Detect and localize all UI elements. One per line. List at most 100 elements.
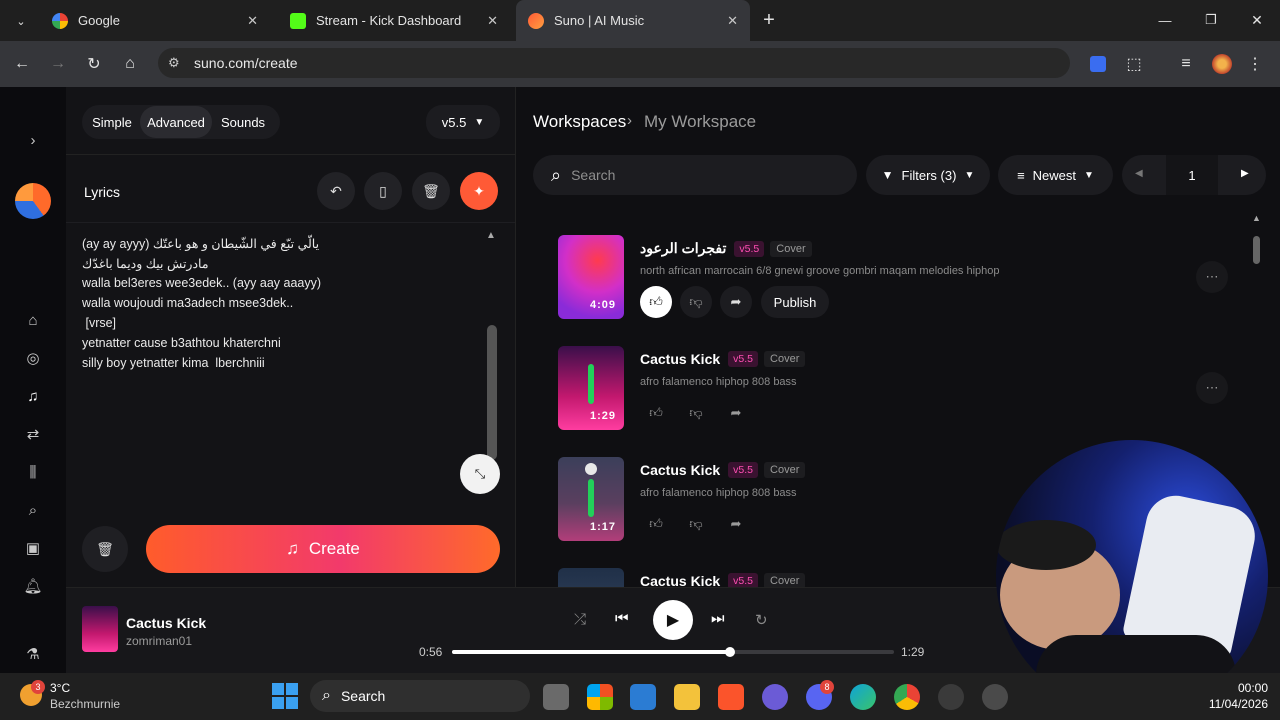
model-version-select[interactable]: v5.5 ▼ — [426, 105, 500, 139]
now-playing-title[interactable]: Cactus Kick — [126, 615, 206, 631]
now-playing-cover[interactable] — [82, 606, 118, 652]
weather-location[interactable]: Bezchmurnie — [50, 697, 120, 711]
user-avatar[interactable] — [15, 183, 51, 219]
song-cover-image[interactable]: 1:17 — [558, 457, 624, 541]
store-icon[interactable] — [630, 684, 656, 710]
page-number[interactable]: 1 — [1166, 155, 1218, 195]
forward-icon[interactable]: → — [43, 49, 73, 79]
song-cover-image[interactable]: 1:29 — [558, 346, 624, 430]
mode-simple[interactable]: Simple — [84, 106, 140, 138]
song-title[interactable]: Cactus Kick — [640, 573, 720, 587]
song-title[interactable]: Cactus Kick — [640, 462, 720, 478]
new-tab-icon[interactable]: + — [754, 5, 784, 35]
next-page-icon[interactable]: ▶ — [1241, 168, 1249, 179]
lyrics-scrollbar[interactable] — [487, 325, 497, 460]
explore-icon[interactable]: ◎ — [22, 347, 44, 369]
home-icon[interactable]: ⌂ — [115, 49, 145, 79]
shuffle-icon[interactable]: ⤮ — [574, 611, 586, 628]
prev-page-icon[interactable]: ◀ — [1135, 168, 1143, 179]
weather-temp[interactable]: 3°C — [50, 681, 70, 695]
close-tab-icon[interactable]: ✕ — [727, 13, 738, 29]
clear-lyrics-icon[interactable]: 🗑︎ — [412, 172, 450, 210]
dislike-icon[interactable]: 👎︎ — [680, 397, 712, 429]
restore-icon[interactable]: ❐ — [1196, 5, 1226, 35]
extensions-icon[interactable]: ⬚ — [1119, 49, 1149, 79]
publish-button[interactable]: Publish — [761, 286, 829, 318]
create-music-icon[interactable]: ♫ — [22, 385, 44, 407]
address-bar[interactable]: ⚙ suno.com/create — [158, 48, 1070, 78]
labs-icon[interactable]: ⚗ — [22, 643, 44, 665]
share-icon[interactable]: ➦ — [720, 286, 752, 318]
scroll-up-icon[interactable]: ▲ — [486, 230, 496, 241]
save-lyrics-icon[interactable]: ▯ — [364, 172, 402, 210]
tab-search-icon[interactable]: ⌄ — [6, 6, 36, 36]
site-info-icon[interactable]: ⚙ — [168, 55, 180, 71]
close-window-icon[interactable]: ✕ — [1242, 5, 1272, 35]
home-icon[interactable]: ⌂ — [22, 309, 44, 331]
profile-avatar[interactable] — [1207, 49, 1237, 79]
song-title[interactable]: Cactus Kick — [640, 351, 720, 367]
tab-google[interactable]: Google ✕ — [40, 4, 270, 37]
previous-track-icon[interactable]: ⏮︎ — [615, 610, 629, 627]
breadcrumb-root[interactable]: Workspaces — [533, 112, 626, 132]
taskbar-search[interactable]: ⌕ Search — [310, 680, 530, 712]
create-button[interactable]: ♫ Create — [146, 525, 500, 573]
more-options-icon[interactable]: ⋯ — [1196, 261, 1228, 293]
like-icon[interactable]: 👍︎ — [640, 286, 672, 318]
tab-kick[interactable]: Stream - Kick Dashboard ✕ — [278, 4, 510, 37]
back-icon[interactable]: ← — [7, 49, 37, 79]
chrome-icon[interactable] — [894, 684, 920, 710]
edge-icon[interactable] — [850, 684, 876, 710]
file-explorer-icon[interactable] — [674, 684, 700, 710]
menu-kebab-icon[interactable]: ⋮ — [1240, 49, 1270, 79]
scroll-up-icon[interactable]: ▲ — [1252, 213, 1261, 223]
search-box[interactable]: ⌕ Search — [533, 155, 857, 195]
song-cover-image[interactable] — [558, 568, 624, 587]
generate-lyrics-icon[interactable]: ✦ — [460, 172, 498, 210]
progress-track[interactable] — [452, 647, 894, 657]
tab-suno[interactable]: Suno | AI Music ✕ — [516, 0, 750, 41]
share-icon[interactable]: ➦ — [720, 397, 752, 429]
minimize-icon[interactable]: — — [1150, 5, 1180, 35]
sort-button[interactable]: ≡ Newest ▼ — [998, 155, 1113, 195]
repeat-icon[interactable]: ↻ — [755, 611, 768, 629]
more-options-icon[interactable]: ⋯ — [1196, 372, 1228, 404]
brave-icon[interactable] — [718, 684, 744, 710]
clock-date[interactable]: 11/04/2026 — [1198, 697, 1268, 711]
now-playing-artist[interactable]: zomriman01 — [126, 634, 192, 648]
studio-icon[interactable]: ⇄ — [22, 423, 44, 445]
windows-start-icon[interactable] — [272, 683, 298, 709]
song-list-scrollbar[interactable] — [1253, 236, 1260, 264]
hooks-icon[interactable]: ▣ — [22, 537, 44, 559]
mode-advanced[interactable]: Advanced — [140, 106, 212, 138]
media-player-icon[interactable] — [938, 684, 964, 710]
close-tab-icon[interactable]: ✕ — [247, 13, 258, 29]
share-icon[interactable]: ➦ — [720, 508, 752, 540]
reload-icon[interactable]: ↻ — [79, 49, 109, 79]
like-icon[interactable]: 👍︎ — [640, 508, 672, 540]
close-tab-icon[interactable]: ✕ — [487, 13, 498, 29]
next-track-icon[interactable]: ⏭︎ — [711, 610, 725, 627]
song-title[interactable]: تفجرات الرعود — [640, 240, 726, 257]
dislike-icon[interactable]: 👎︎ — [680, 508, 712, 540]
clock-time[interactable]: 00:00 — [1228, 681, 1268, 695]
collapse-editor-icon[interactable]: ⤡ — [460, 454, 500, 494]
obs-icon[interactable] — [982, 684, 1008, 710]
like-icon[interactable]: 👍︎ — [640, 397, 672, 429]
song-row[interactable]: 1:29 Cactus Kick v5.5 Cover afro falamen… — [548, 339, 1248, 439]
mode-sounds[interactable]: Sounds — [212, 106, 274, 138]
search-icon[interactable]: ⌕ — [22, 499, 44, 521]
library-icon[interactable]: ⫼ — [22, 461, 44, 483]
play-button[interactable]: ▶ — [653, 600, 693, 640]
delete-draft-icon[interactable]: 🗑︎ — [82, 526, 128, 572]
task-view-icon[interactable] — [543, 684, 569, 710]
undo-icon[interactable]: ↶ — [317, 172, 355, 210]
media-controls-icon[interactable]: ≡ — [1171, 49, 1201, 79]
song-cover-image[interactable]: 4:09 — [558, 235, 624, 319]
filters-button[interactable]: ▼ Filters (3) ▼ — [866, 155, 990, 195]
app-icon[interactable] — [762, 684, 788, 710]
song-row[interactable]: 4:09 تفجرات الرعود v5.5 Cover north afri… — [548, 228, 1248, 328]
widgets-icon[interactable] — [587, 684, 613, 710]
notifications-icon[interactable]: 🔔︎ — [22, 575, 44, 597]
expand-sidebar-icon[interactable]: › — [22, 129, 44, 151]
